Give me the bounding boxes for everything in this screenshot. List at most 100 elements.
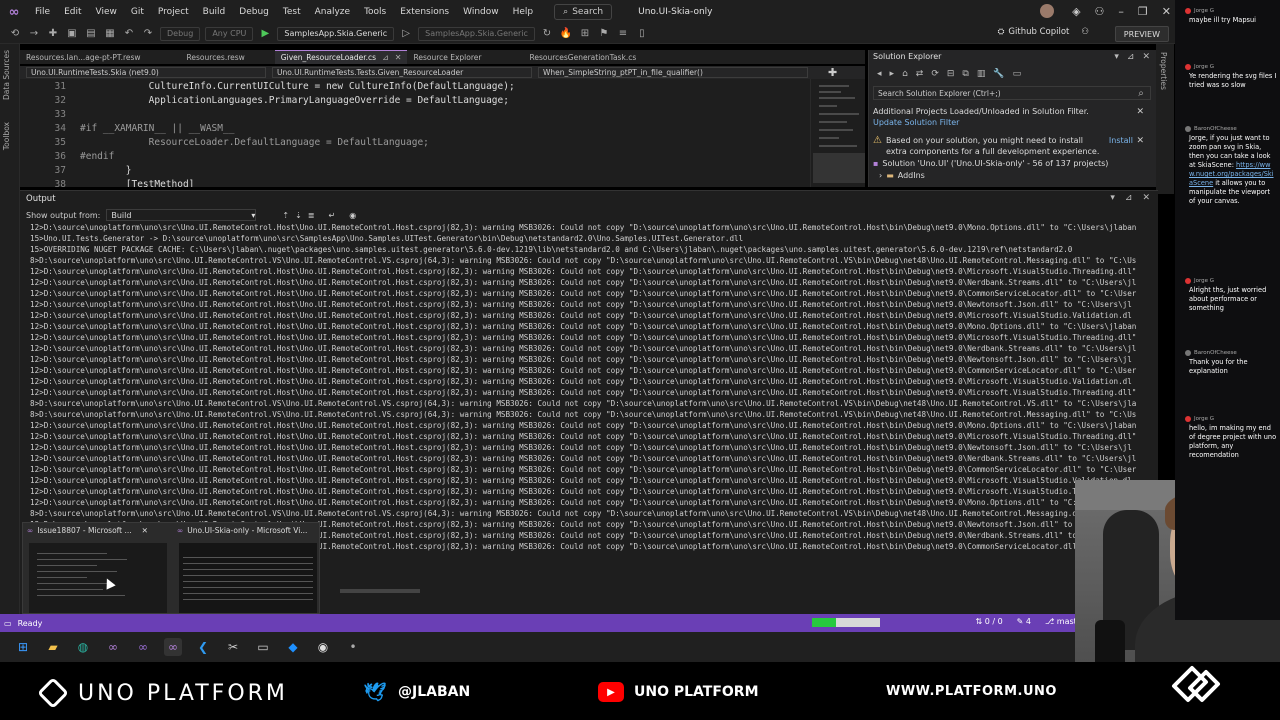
pin-icon[interactable]: ⊿ [382,53,389,62]
find-message-icon[interactable]: ⇡ [282,211,289,220]
close-icon[interactable]: ✕ [1142,193,1150,203]
close-warning-icon[interactable]: ✕ [1136,136,1144,146]
undo-icon[interactable]: ↶ [122,28,136,39]
search-box[interactable]: ⌕ Search [554,4,613,20]
update-filter-link[interactable]: Update Solution Filter [873,117,1089,128]
tab-resourcesgenerationtask[interactable]: ResourcesGenerationTask.cs [523,50,642,64]
show-files-icon[interactable]: ▥ [977,69,986,79]
copilot-button[interactable]: ⛭ Github Copilot ⚇ [998,27,1089,37]
next-message-icon[interactable]: ⇣ [295,211,302,220]
menu-debug[interactable]: Debug [232,7,276,17]
redo-icon[interactable]: ↷ [141,28,155,39]
close-info-icon[interactable]: ✕ [1136,107,1144,117]
visual-studio-icon[interactable]: ∞ [104,638,122,656]
tab-resources-resw[interactable]: Resources.resw [181,50,251,64]
clear-all-icon[interactable]: ≣ [308,211,315,220]
menu-edit[interactable]: Edit [57,7,88,17]
visual-studio-preview-icon[interactable]: ∞ [134,638,152,656]
preview-icon[interactable]: ▭ [1013,69,1022,79]
layout-icon[interactable]: ⊞ [578,28,592,39]
close-tab-icon[interactable]: ✕ [395,53,402,62]
save-icon[interactable]: ▤ [84,28,98,39]
back-icon[interactable]: ⟲ [8,28,22,39]
edit-count-status[interactable]: ✎ 4 [1017,617,1031,626]
tree-node-solution[interactable]: ▪ Solution 'Uno.UI' ('Uno.UI-Skia-only' -… [873,158,1108,170]
tab-resources-pt[interactable]: Resources.lan...age-pt-PT.resw [20,50,147,64]
split-editor-icon[interactable]: ✚ [828,66,837,79]
menu-file[interactable]: File [28,7,57,17]
thumbnail-window-2[interactable]: ∞ Uno.UI-Skia-only - Microsoft Vi... [173,523,321,615]
tab-resource-explorer[interactable]: Resource Explorer [407,50,487,64]
play-outline-icon[interactable]: ▷ [399,28,413,39]
platform-dropdown[interactable]: Any CPU [205,26,254,41]
menu-window[interactable]: Window [456,7,506,17]
format-icon[interactable]: ≡ [616,28,630,39]
windows-start-icon[interactable]: ⊞ [14,638,32,656]
home-icon[interactable]: ⌂ [902,69,908,79]
snipping-tool-icon[interactable]: ✂ [224,638,242,656]
extra-app-icon[interactable]: • [344,638,362,656]
chevron-down-icon[interactable]: ▾ [1110,193,1115,203]
pin-icon[interactable]: ⊿ [1127,52,1135,62]
pin-icon[interactable]: ⊿ [1125,193,1133,203]
menu-test[interactable]: Test [276,7,308,17]
toolbox-tab[interactable]: Toolbox [2,122,11,150]
switch-views-icon[interactable]: ⇄ [916,69,924,79]
maximize-icon[interactable]: ❐ [1138,5,1148,18]
save-all-icon[interactable]: ▦ [103,28,117,39]
properties-tab[interactable]: Properties [1159,52,1168,90]
menu-git[interactable]: Git [124,7,151,17]
project-dropdown[interactable]: Uno.UI.RuntimeTests.Skia (net9.0) [26,67,266,78]
user-avatar[interactable] [1040,4,1055,18]
startup-project-secondary[interactable]: SamplesApp.Skia.Generic [418,26,535,41]
pending-changes-icon[interactable]: ⧉ [962,69,968,79]
new-item-icon[interactable]: ✚ [46,28,60,39]
menu-build[interactable]: Build [196,7,233,17]
terminal-icon[interactable]: ▭ [254,638,272,656]
minimize-icon[interactable]: – [1118,5,1124,18]
shield-icon[interactable]: ◈ [1072,5,1080,18]
menu-project[interactable]: Project [151,7,196,17]
class-dropdown[interactable]: Uno.UI.RuntimeTests.Tests.Given_Resource… [272,67,532,78]
file-explorer-icon[interactable]: ▰ [44,638,62,656]
azure-icon[interactable]: ◆ [284,638,302,656]
refresh-icon[interactable]: ↻ [540,28,554,39]
bookmark-icon[interactable]: ⚑ [597,28,611,39]
chevron-right-icon[interactable]: › [879,170,882,182]
horizontal-scrollbar[interactable] [340,589,420,593]
tree-node-addins[interactable]: › ▬ AddIns [873,170,1108,182]
word-wrap-icon[interactable]: ↵ [328,211,335,220]
data-sources-tab[interactable]: Data Sources [2,50,11,100]
forward-icon[interactable]: → [27,28,41,39]
account-icon[interactable]: ⚇ [1095,5,1105,18]
menu-extensions[interactable]: Extensions [393,7,456,17]
menu-help[interactable]: Help [506,7,541,17]
collapse-icon[interactable]: ⊟ [947,69,955,79]
back-icon[interactable]: ◂ [877,69,882,79]
chevron-down-icon[interactable]: ▾ [1114,52,1119,62]
menu-view[interactable]: View [89,7,124,17]
member-dropdown[interactable]: When_SimpleString_ptPT_in_file_qualifier… [538,67,808,78]
forward-icon[interactable]: ▸ [890,69,895,79]
preview-badge[interactable]: PREVIEW [1114,26,1169,42]
menu-analyze[interactable]: Analyze [308,7,357,17]
minimap-viewport[interactable] [813,153,865,183]
comment-icon[interactable]: ▯ [635,28,649,39]
git-changes-status[interactable]: ⇅ 0 / 0 [975,617,1002,626]
menu-tools[interactable]: Tools [357,7,393,17]
close-icon[interactable]: ✕ [1162,5,1171,18]
properties-icon[interactable]: 🔧 [993,69,1004,79]
code-editor[interactable]: 31 CultureInfo.CurrentUICulture = new Cu… [20,79,810,187]
vscode-icon[interactable]: ❮ [194,638,212,656]
startup-project-dropdown[interactable]: SamplesApp.Skia.Generic [277,26,395,41]
open-folder-icon[interactable]: ▣ [65,28,79,39]
obs-icon[interactable]: ◉ [314,638,332,656]
hot-reload-icon[interactable]: 🔥 [559,28,573,39]
sync-icon[interactable]: ⟳ [931,69,939,79]
output-source-dropdown[interactable]: Build ▾ [106,209,257,221]
configuration-dropdown[interactable]: Debug [160,26,201,41]
visual-studio-active-icon[interactable]: ∞ [164,638,182,656]
play-icon[interactable]: ▶ [258,28,272,39]
code-minimap[interactable] [810,79,865,187]
watch-icon[interactable]: ◉ [349,211,356,220]
